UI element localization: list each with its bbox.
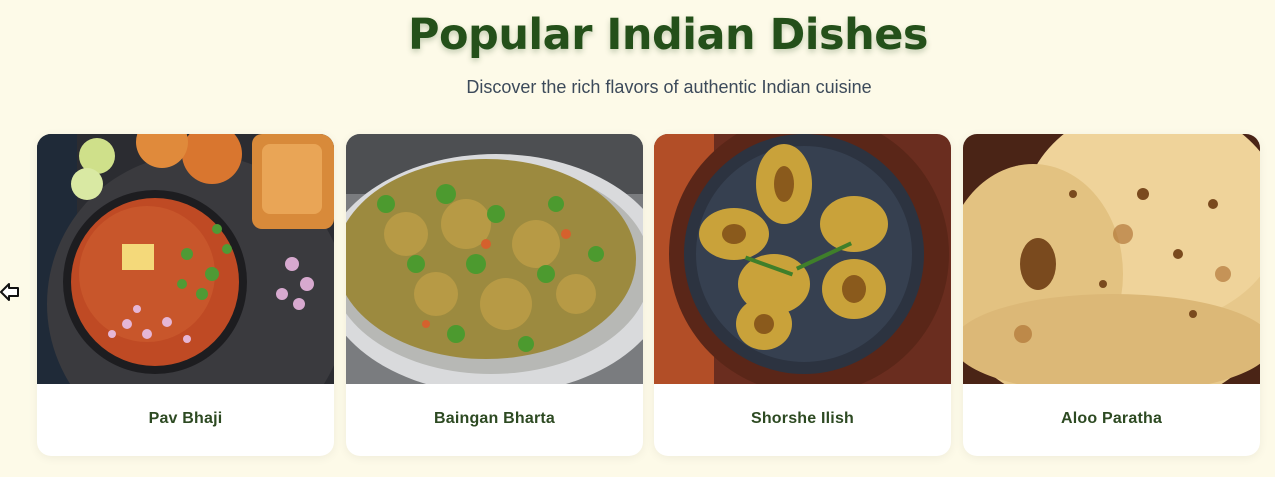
dish-image <box>654 134 951 384</box>
section-title: Popular Indian Dishes <box>407 10 929 60</box>
arrow-left-icon <box>0 283 19 301</box>
dish-image <box>963 134 1260 384</box>
dish-name: Shorshe Ilish <box>750 410 855 427</box>
dish-card[interactable]: Baingan Bharta <box>346 134 643 456</box>
section-subtitle: Discover the rich flavors of authentic I… <box>466 77 872 97</box>
dish-card[interactable]: Shorshe Ilish <box>654 134 951 456</box>
dish-name: Pav Bhaji <box>148 410 223 427</box>
dish-name: Baingan Bharta <box>433 410 556 427</box>
dish-image <box>346 134 643 384</box>
carousel-prev-button[interactable] <box>0 279 22 305</box>
dish-name: Aloo Paratha <box>1060 410 1163 427</box>
dish-card[interactable]: Aloo Paratha <box>963 134 1260 456</box>
dish-card[interactable]: Pav Bhaji <box>37 134 334 456</box>
dish-image <box>37 134 334 384</box>
